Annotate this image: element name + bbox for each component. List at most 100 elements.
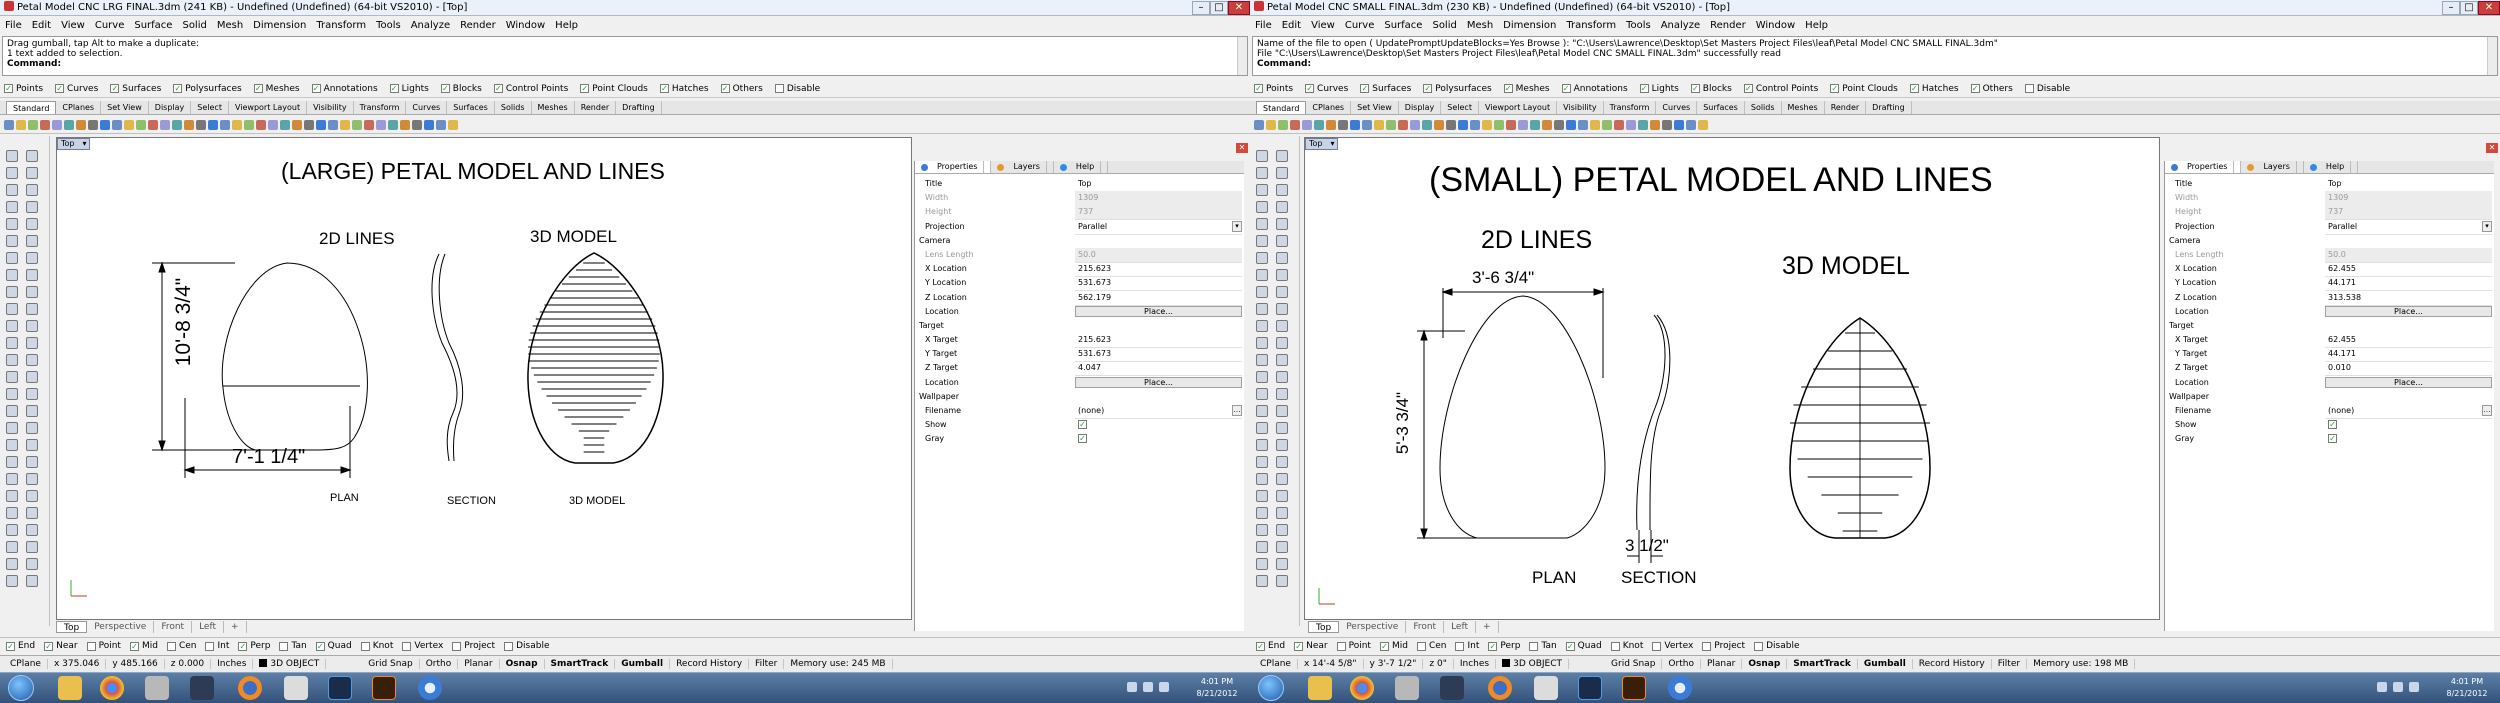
tab-standard[interactable]: Standard [6,101,57,114]
palette-tool-icon[interactable] [26,235,38,247]
chrome-icon[interactable] [1350,676,1374,700]
firefox-icon[interactable] [1488,676,1512,700]
palette-tool-icon[interactable] [1276,422,1288,434]
palette-tool-icon[interactable] [6,184,18,196]
palette-tool-icon[interactable] [26,422,38,434]
property-value[interactable]: 44.171 [2325,347,2492,363]
osnap-point[interactable]: Point [86,641,121,651]
photoshop-icon[interactable] [328,676,352,700]
filter-hatches[interactable]: ✓ Hatches [1909,84,1959,94]
palette-tool-icon[interactable] [1256,371,1268,383]
tab-curves[interactable]: Curves [1656,101,1698,114]
tab-standard[interactable]: Standard [1256,101,1307,114]
status-ortho[interactable]: Ortho [420,659,459,669]
toolbar-tool-icon[interactable] [232,119,242,130]
palette-tool-icon[interactable] [1256,490,1268,502]
palette-tool-icon[interactable] [1276,371,1288,383]
status-filter[interactable]: Filter [749,659,785,669]
palette-tool-icon[interactable] [6,422,18,434]
toolbar-tool-icon[interactable] [1542,119,1552,130]
toolbar-tool-icon[interactable] [436,119,446,130]
clock-right[interactable]: 4:01 PM 8/21/2012 [2442,676,2492,700]
tab-visibility[interactable]: Visibility [307,101,354,114]
title-bar[interactable]: Petal Model CNC LRG FINAL.3dm (241 KB) -… [0,0,1250,16]
toolbar-tool-icon[interactable] [1338,119,1348,130]
palette-tool-icon[interactable] [26,269,38,281]
toolbar-tool-icon[interactable] [52,119,62,130]
osnap-cen[interactable]: Cen [166,641,196,651]
toolbar-tool-icon[interactable] [184,119,194,130]
tab-select[interactable]: Select [191,101,229,114]
palette-tool-icon[interactable] [1256,167,1268,179]
toolbar-tool-icon[interactable] [352,119,362,130]
palette-tool-icon[interactable] [1256,252,1268,264]
toolbar-tool-icon[interactable] [1410,119,1420,130]
toolbar-tool-icon[interactable] [1470,119,1480,130]
property-value[interactable]: 313.538 [2325,291,2492,306]
filter-disable[interactable]: Disable [774,84,820,94]
toolbar-tool-icon[interactable] [1602,119,1612,130]
menu-window[interactable]: Window [1751,18,1800,34]
close-button[interactable]: ✕ [2478,1,2500,15]
filter-point-clouds[interactable]: ✓ Point Clouds [580,84,648,94]
palette-tool-icon[interactable] [26,303,38,315]
toolbar-tool-icon[interactable] [1530,119,1540,130]
browse-button[interactable]: … [1232,405,1242,416]
toolbar-tool-icon[interactable] [64,119,74,130]
palette-tool-icon[interactable] [6,541,18,553]
palette-tool-icon[interactable] [1256,388,1268,400]
filter-polysurfaces[interactable]: ✓ Polysurfaces [1423,84,1492,94]
osnap-vertex[interactable]: Vertex [1652,641,1693,651]
command-area[interactable]: Drag gumball, tap Alt to make a duplicat… [2,36,1248,76]
palette-tool-icon[interactable] [26,541,38,553]
property-value[interactable]: Parallel [2325,220,2492,235]
palette-tool-icon[interactable] [26,456,38,468]
tab-solids[interactable]: Solids [495,101,532,114]
toolbar-tool-icon[interactable] [208,119,218,130]
palette-tool-icon[interactable] [26,507,38,519]
toolbar-tool-icon[interactable] [328,119,338,130]
filter-blocks[interactable]: ✓ Blocks [440,84,482,94]
tab-meshes[interactable]: Meshes [1782,101,1825,114]
start-button[interactable] [1258,675,1284,701]
tab-set-view[interactable]: Set View [101,101,149,114]
toolbar-tool-icon[interactable] [1614,119,1624,130]
filter-points[interactable]: ✓ Points [4,84,43,94]
tray-network-icon[interactable] [2393,682,2403,692]
palette-tool-icon[interactable] [1276,235,1288,247]
clock-left[interactable]: 4:01 PM 8/21/2012 [1192,676,1242,700]
palette-tool-icon[interactable] [6,167,18,179]
toolbar-tool-icon[interactable] [1494,119,1504,130]
tab-properties[interactable]: Properties [2165,161,2242,173]
explorer-icon[interactable] [58,676,82,700]
vp-tab-left[interactable]: Left [1444,621,1477,633]
command-scrollbar[interactable] [2487,37,2497,75]
menu-curve[interactable]: Curve [90,18,130,34]
palette-tool-icon[interactable] [1256,558,1268,570]
tab-set-view[interactable]: Set View [1351,101,1399,114]
toolbar-tool-icon[interactable] [340,119,350,130]
property-checkbox[interactable]: ✓ [2328,434,2337,444]
palette-tool-icon[interactable] [1256,201,1268,213]
explorer-icon[interactable] [1308,676,1332,700]
status-record-history[interactable]: Record History [670,659,750,669]
start-button[interactable] [8,675,34,701]
palette-tool-icon[interactable] [6,490,18,502]
toolbar-tool-icon[interactable] [1422,119,1432,130]
osnap-perp[interactable]: ✓ Perp [238,641,270,651]
toolbar-tool-icon[interactable] [1326,119,1336,130]
menu-dimension[interactable]: Dimension [1498,18,1561,34]
tab-meshes[interactable]: Meshes [532,101,575,114]
property-value[interactable]: 531.673 [1075,347,1242,363]
status-osnap[interactable]: Osnap [1742,659,1788,669]
toolbar-tool-icon[interactable] [40,119,50,130]
palette-tool-icon[interactable] [1276,541,1288,553]
toolbar-tool-icon[interactable] [1686,119,1696,130]
status-layer[interactable]: 3D OBJECT [253,659,327,669]
toolbar-tool-icon[interactable] [1566,119,1576,130]
tab-surfaces[interactable]: Surfaces [447,101,495,114]
palette-tool-icon[interactable] [26,320,38,332]
osnap-disable[interactable]: Disable [504,641,549,651]
toolbar-tool-icon[interactable] [292,119,302,130]
palette-tool-icon[interactable] [26,337,38,349]
